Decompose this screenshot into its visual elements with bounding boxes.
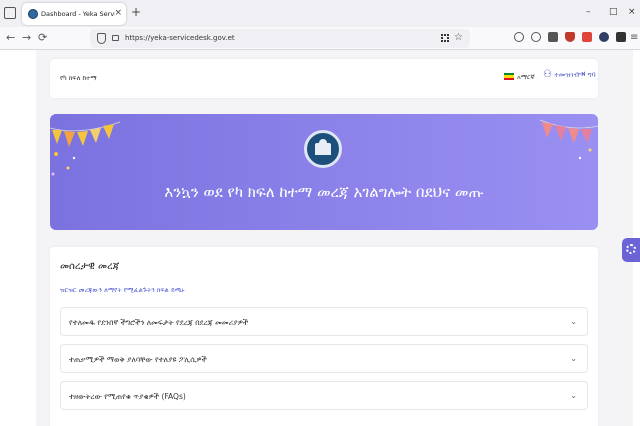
chevron-down-icon: ⌄ (570, 354, 577, 363)
page-viewport: የካ ክፍለ ከተማ አማርኛ ⚇ ተመዝገብ ⇥ ግባ እንኳን ወደ የካ … (0, 50, 640, 426)
qr-code-icon[interactable] (441, 34, 449, 42)
tracking-shield-icon[interactable] (97, 33, 106, 44)
accordion-label: የተለመዱ የደንበኛ ችግሮችን ለመፍታት የደረጃ በደረጃ መመሪያዎች (69, 318, 249, 327)
site-favicon-icon (28, 9, 38, 19)
details-link[interactable]: ዝርዝር መረጃውን ለማየት የሚፈልጉትን ክፍል ይጫኑ (60, 284, 185, 296)
new-tab-icon[interactable]: + (131, 5, 141, 19)
page-content: የካ ክፍለ ከተማ አማርኛ ⚇ ተመዝገብ ⇥ ግባ እንኳን ወደ የካ … (36, 50, 633, 426)
sidebar-toggle-icon[interactable] (4, 7, 16, 19)
downloads-icon[interactable] (548, 32, 558, 42)
accordion-label: ተጠቃሚዎች ማወቅ ያለባቸው የተለያዩ ፖሊሲዎች (69, 355, 207, 364)
maximize-icon[interactable]: □ (609, 6, 618, 18)
address-bar[interactable]: https://yeka-servicedesk.gov.et ☆ (90, 29, 470, 48)
hero-banner: እንኳን ወደ የካ ክፍለ ከተማ መረጃ አገልግሎት በደህና መጡ (50, 114, 598, 230)
signup-label: ተመዝገብ (554, 71, 580, 79)
extensions-puzzle-icon[interactable] (616, 32, 626, 42)
close-window-icon[interactable]: × (628, 6, 636, 18)
section-title: መሰረታዊ መረጃ (60, 261, 120, 272)
language-selector[interactable]: አማርኛ (517, 71, 535, 83)
accordion-label: ተዘውትረው የሚጠየቁ ጥያቄዎች (FAQs) (69, 392, 186, 401)
extension-icon[interactable] (599, 32, 609, 42)
menu-icon[interactable]: ≡ (630, 31, 638, 45)
chevron-down-icon: ⌄ (570, 391, 577, 400)
account-icon[interactable] (531, 32, 541, 42)
back-icon[interactable]: ← (6, 31, 15, 45)
pocket-icon[interactable] (514, 32, 524, 42)
forward-icon[interactable]: → (22, 31, 31, 45)
login-label: ግባ (587, 71, 596, 79)
accordion-item-guides[interactable]: የተለመዱ የደንበኛ ችግሮችን ለመፍታት የደረጃ በደረጃ መመሪያዎች… (60, 307, 588, 336)
site-header: የካ ክፍለ ከተማ አማርኛ ⚇ ተመዝገብ ⇥ ግባ (50, 59, 598, 98)
accordion-item-faqs[interactable]: ተዘውትረው የሚጠየቁ ጥያቄዎች (FAQs) ⌄ (60, 381, 588, 410)
login-icon: ⇥ (577, 69, 586, 80)
city-emblem-logo (304, 130, 342, 168)
ublock-icon[interactable] (565, 32, 575, 42)
basic-info-section: መሰረታዊ መረጃ ዝርዝር መረጃውን ለማየት የሚፈልጉትን ክፍል ይጫ… (50, 247, 598, 426)
tab-title: Dashboard - Yeka Service Desk (41, 10, 115, 18)
accordion-item-policies[interactable]: ተጠቃሚዎች ማወቅ ያለባቸው የተለያዩ ፖሊሲዎች ⌄ (60, 344, 588, 373)
site-name[interactable]: የካ ክፍለ ከተማ (60, 72, 97, 84)
minimize-icon[interactable]: – (586, 6, 591, 18)
ethiopia-flag-icon[interactable] (504, 73, 514, 80)
lock-icon[interactable] (112, 35, 119, 41)
bookmark-star-icon[interactable]: ☆ (454, 31, 463, 45)
hero-title: እንኳን ወደ የካ ክፍለ ከተማ መረጃ አገልግሎት በደህና መጡ (164, 183, 484, 201)
browser-tab-bar: Dashboard - Yeka Service Desk × + – □ × (0, 0, 640, 27)
settings-side-tab[interactable] (622, 238, 640, 262)
gear-icon (626, 244, 636, 254)
browser-tab-active[interactable]: Dashboard - Yeka Service Desk × (22, 3, 126, 25)
chevron-down-icon: ⌄ (570, 317, 577, 326)
add-user-icon: ⚇ (543, 69, 552, 80)
close-tab-icon[interactable]: × (114, 7, 122, 19)
login-button[interactable]: ⇥ ግባ (577, 68, 596, 82)
screenshot-extension-icon[interactable] (582, 32, 592, 42)
url-text[interactable]: https://yeka-servicedesk.gov.et (125, 32, 235, 45)
browser-nav-bar: ← → ⟳ https://yeka-servicedesk.gov.et ☆ … (0, 27, 640, 50)
reload-icon[interactable]: ⟳ (38, 31, 47, 45)
signup-button[interactable]: ⚇ ተመዝገብ (543, 68, 579, 82)
